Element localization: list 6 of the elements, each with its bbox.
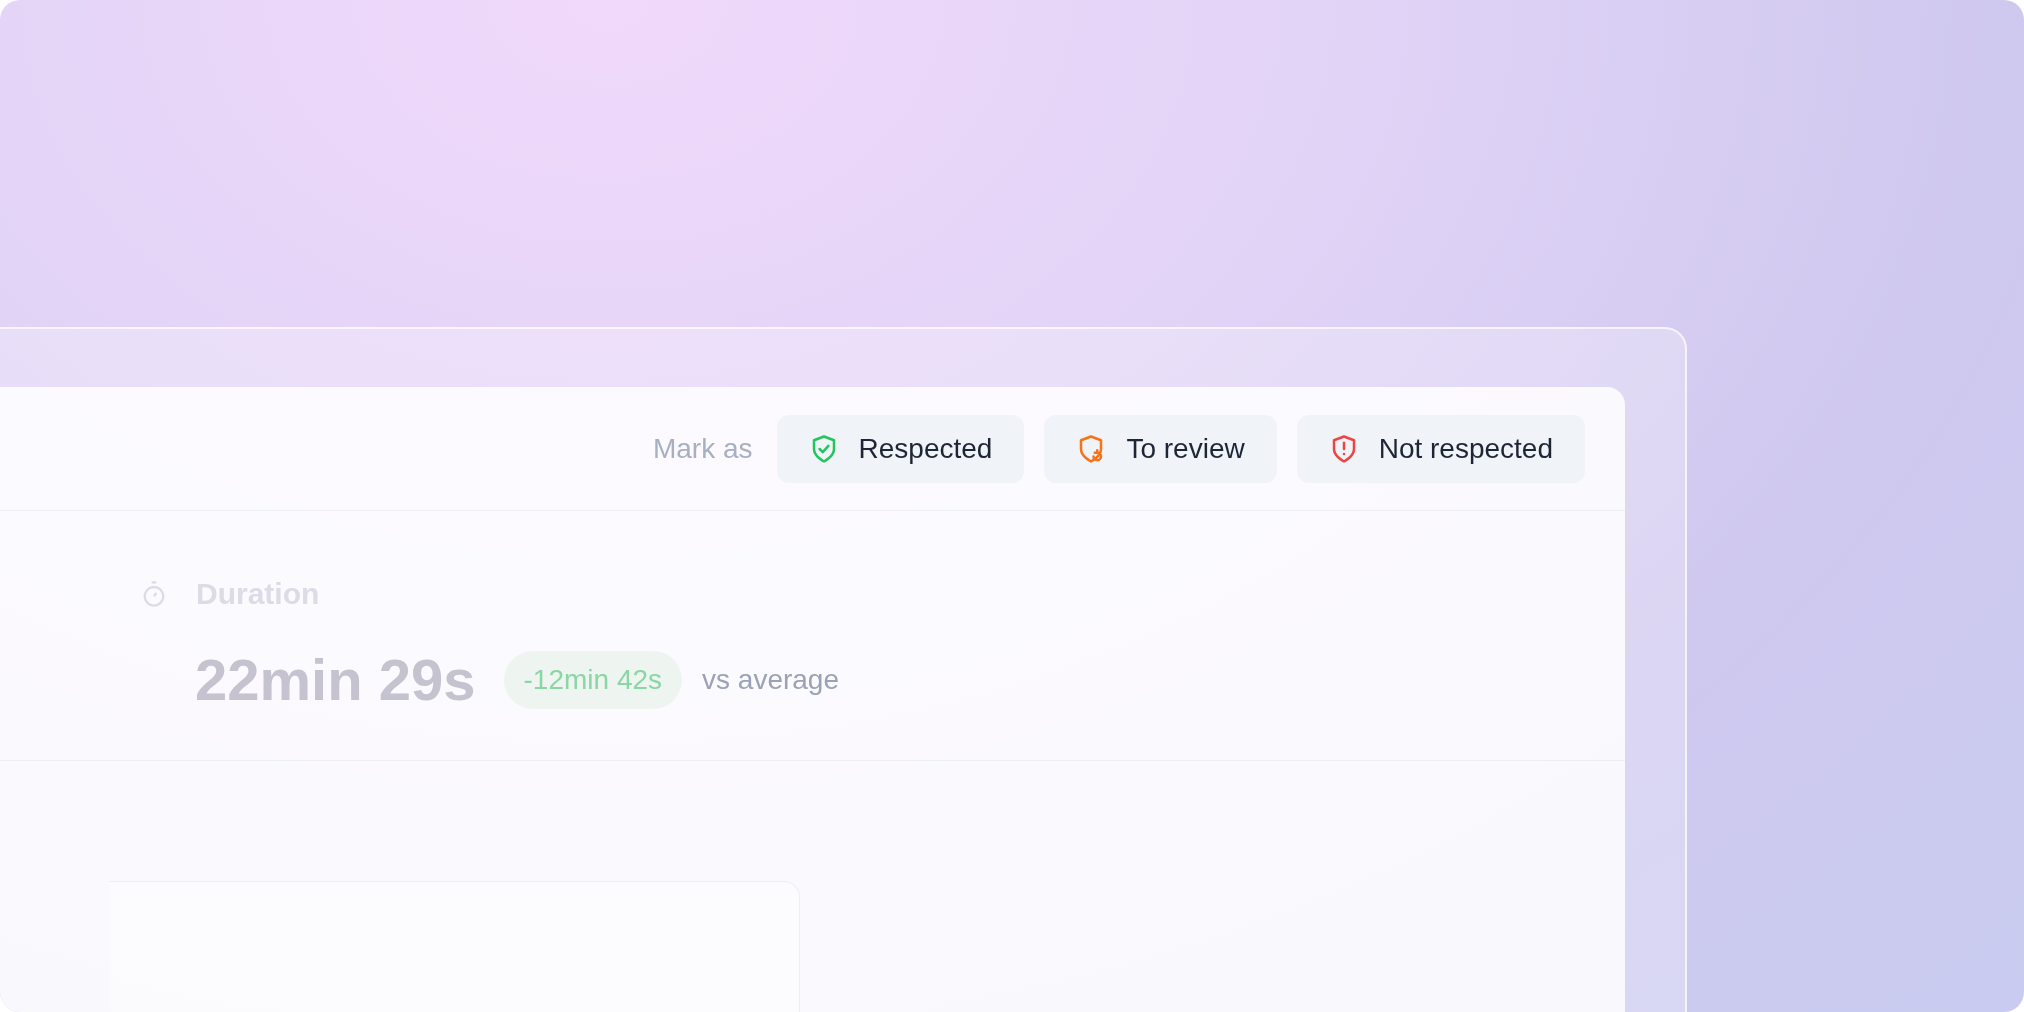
- mark-as-label: Mark as: [652, 431, 753, 466]
- mark-button[interactable]: To review: [1044, 414, 1277, 483]
- mark-button[interactable]: Not respected: [1296, 414, 1585, 483]
- mark-button[interactable]: Respected: [776, 414, 1025, 483]
- comparison-label: vs average: [702, 662, 839, 697]
- delta-badge: -12min 42s: [503, 650, 683, 709]
